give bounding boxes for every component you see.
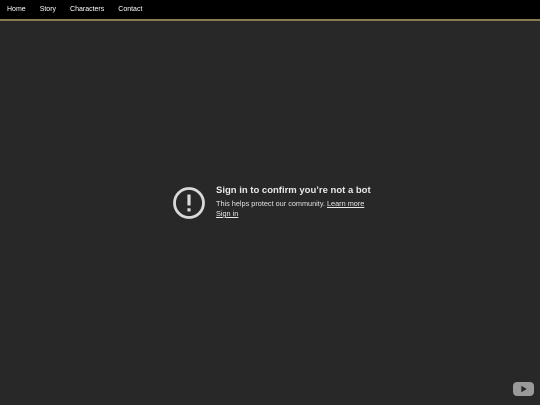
notice-title: Sign in to confirm you’re not a bot: [216, 185, 371, 196]
learn-more-link[interactable]: Learn more: [327, 199, 364, 208]
notice-signin-row: Sign in: [216, 209, 371, 219]
youtube-play-icon[interactable]: [513, 382, 534, 396]
sign-in-link[interactable]: Sign in: [216, 209, 238, 218]
site-nav: Home Story Characters Contact: [0, 0, 540, 21]
notice-body: This helps protect our community. Learn …: [216, 199, 371, 209]
nav-home-link[interactable]: Home: [7, 0, 26, 19]
notice-text-block: Sign in to confirm you’re not a bot This…: [216, 185, 371, 219]
nav-contact-link[interactable]: Contact: [118, 0, 142, 19]
notice-message: This helps protect our community.: [216, 199, 325, 208]
nav-characters-link[interactable]: Characters: [70, 0, 104, 19]
nav-story-link[interactable]: Story: [40, 0, 56, 19]
bot-check-notice: Sign in to confirm you’re not a bot This…: [172, 185, 402, 220]
exclamation-circle-icon: [173, 187, 205, 219]
